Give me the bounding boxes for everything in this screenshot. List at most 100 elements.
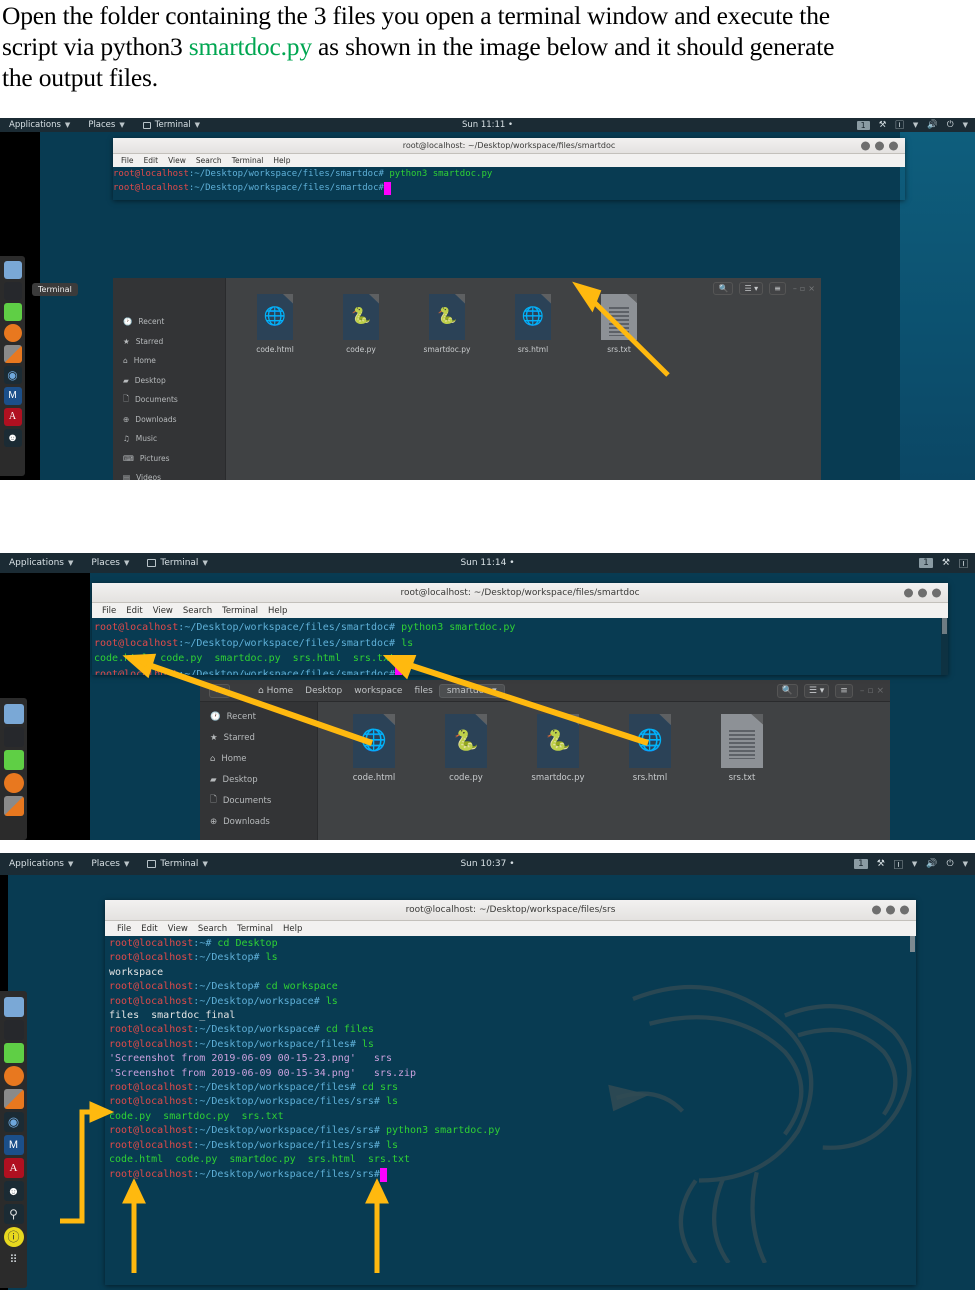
menu-file-1[interactable]: File xyxy=(121,156,134,165)
file-manager-window-1[interactable]: 🕐 Recent ★ Starred ⌂ Home ▰ Desktop 🗋 Documen… xyxy=(113,278,821,480)
menu-places-2[interactable]: Places ▼ xyxy=(82,558,138,568)
window-maximize-icon[interactable] xyxy=(918,588,927,597)
text-editor-icon[interactable] xyxy=(3,1043,24,1063)
terminal-output-3[interactable]: root@localhost:~# cd Desktop root@localh… xyxy=(105,936,916,1285)
file-manager-content-1[interactable]: 🔍 ☰ ▾ ≡ – ▫ × 🌐 code.html 🐍 code.py 🐍 sm… xyxy=(226,278,821,480)
menu-file-2[interactable]: File xyxy=(102,606,116,616)
file-item-2-0[interactable]: 🌐 code.html xyxy=(328,714,420,783)
sidebar-item-desktop-2[interactable]: ▰ Desktop xyxy=(200,769,317,790)
workspace-badge-3[interactable]: 1 xyxy=(854,859,868,869)
metasploit-icon[interactable]: M xyxy=(3,387,22,405)
file-item-1-2[interactable]: 🐍 smartdoc.py xyxy=(404,294,490,354)
workspace-badge-2[interactable]: 1 xyxy=(919,558,933,568)
file-manager-window-2[interactable]: ‹ ▾ ⌂ Home Desktop workspace files smart… xyxy=(200,680,890,840)
view-list-icon[interactable]: ☰ ▾ xyxy=(739,282,764,295)
burp-suite-icon[interactable] xyxy=(3,345,22,363)
window-minimize-icon[interactable] xyxy=(861,141,870,150)
back-button-2[interactable]: ‹ ▾ xyxy=(209,683,230,698)
window-minimize-icon[interactable] xyxy=(904,588,913,597)
file-item-2-1[interactable]: 🐍 code.py xyxy=(420,714,512,783)
search-icon[interactable]: 🔍 xyxy=(713,282,734,295)
file-manager-header-2[interactable]: ‹ ▾ ⌂ Home Desktop workspace files smart… xyxy=(200,680,890,702)
window-controls-3[interactable] xyxy=(872,905,909,915)
aircrack-icon[interactable]: ⚲ xyxy=(3,1204,24,1224)
menu-places-1[interactable]: Places ▼ xyxy=(79,120,133,130)
menu-help-1[interactable]: Help xyxy=(273,156,290,165)
wireshark-icon[interactable]: ◉ xyxy=(3,366,22,384)
breadcrumb-workspace-2[interactable]: workspace xyxy=(348,686,408,696)
menu-edit-3[interactable]: Edit xyxy=(141,924,157,934)
breadcrumb-desktop-2[interactable]: Desktop xyxy=(299,686,348,696)
menu-help-2[interactable]: Help xyxy=(268,606,287,616)
sidebar-item-starred-2[interactable]: ★ Starred xyxy=(200,727,317,748)
window-close-icon[interactable] xyxy=(932,588,941,597)
accessibility-icon-3[interactable]: 🄸 xyxy=(894,858,903,871)
file-item-1-0[interactable]: 🌐 code.html xyxy=(232,294,318,354)
text-editor-icon[interactable] xyxy=(3,303,22,321)
window-maximize-icon[interactable]: ▫ xyxy=(800,284,805,293)
menu-applications-1[interactable]: Applications ▼ xyxy=(0,120,79,130)
burp-suite-icon[interactable] xyxy=(3,1089,24,1109)
accessibility-icon-2[interactable]: 🄸 xyxy=(959,557,968,570)
menu-edit-2[interactable]: Edit xyxy=(126,606,142,616)
file-item-1-3[interactable]: 🌐 srs.html xyxy=(490,294,576,354)
johntheripper-icon[interactable]: ⓘ xyxy=(3,1227,24,1247)
menu-terminal-1[interactable]: Terminal xyxy=(232,156,264,165)
file-item-1-1[interactable]: 🐍 code.py xyxy=(318,294,404,354)
menu-view-3[interactable]: View xyxy=(168,924,188,934)
menu-search-3[interactable]: Search xyxy=(198,924,227,934)
window-minimize-icon[interactable]: – xyxy=(789,284,797,293)
sidebar-item-downloads-2[interactable]: ⊕ Downloads xyxy=(200,811,317,832)
network-icon-2[interactable]: ⚒ xyxy=(942,558,950,568)
menu-icon[interactable]: ≡ xyxy=(835,683,853,698)
sidebar-item-home-1[interactable]: ⌂ Home xyxy=(113,351,225,371)
app-dock-3[interactable]: ◉ M A ☻ ⚲ ⓘ ⠿ xyxy=(0,991,27,1288)
file-manager-sidebar-2[interactable]: 🕐 Recent ★ Starred ⌂ Home ▰ Desktop 🗋 Documen… xyxy=(200,702,318,840)
search-icon[interactable]: 🔍 xyxy=(776,683,798,698)
terminal-icon[interactable] xyxy=(3,1020,24,1040)
sidebar-item-starred-1[interactable]: ★ Starred xyxy=(113,332,225,352)
terminal-menubar-1[interactable]: File Edit View Search Terminal Help xyxy=(113,154,905,167)
terminal-window-1[interactable]: root@localhost: ~/Desktop/workspace/file… xyxy=(113,138,905,200)
file-grid-2[interactable]: 🌐 code.html 🐍 code.py 🐍 smartdoc.py 🌐 sr… xyxy=(318,702,890,783)
show-apps-icon[interactable]: ⠿ xyxy=(4,1250,24,1270)
window-maximize-icon[interactable] xyxy=(875,141,884,150)
terminal-titlebar-1[interactable]: root@localhost: ~/Desktop/workspace/file… xyxy=(113,138,905,154)
terminal-scrollbar-2[interactable] xyxy=(941,618,948,675)
breadcrumb-current-2[interactable]: smartdoc ▾ xyxy=(438,683,505,698)
power-icon-1[interactable]: ⏻ xyxy=(947,120,954,130)
app-dock-1[interactable]: ◉ M A ☻ xyxy=(0,256,25,476)
file-manager-toolbar-1[interactable]: 🔍 ☰ ▾ ≡ – ▫ × xyxy=(710,282,815,295)
terminal-icon[interactable] xyxy=(3,282,22,300)
sidebar-item-recent-1[interactable]: 🕐 Recent xyxy=(113,312,225,332)
iceweasel-icon[interactable] xyxy=(3,773,24,793)
menu-icon[interactable]: ≡ xyxy=(769,282,786,295)
menu-applications-2[interactable]: Applications ▼ xyxy=(0,558,82,568)
accessibility-icon-1[interactable]: 🄸 xyxy=(895,119,904,131)
window-minimize-icon[interactable]: – xyxy=(856,686,865,696)
terminal-scrollbar-3[interactable] xyxy=(909,936,916,1285)
iceweasel-icon[interactable] xyxy=(3,1066,24,1086)
menu-view-1[interactable]: View xyxy=(168,156,186,165)
beef-icon[interactable]: ☻ xyxy=(3,429,22,447)
breadcrumb-home-2[interactable]: ⌂ Home xyxy=(252,686,299,696)
armitage-icon[interactable]: A xyxy=(3,408,22,426)
window-maximize-icon[interactable]: ▫ xyxy=(867,686,873,696)
menu-places-3[interactable]: Places ▼ xyxy=(82,859,138,869)
view-list-icon[interactable]: ☰ ▾ xyxy=(803,683,830,698)
menu-terminal-1[interactable]: Terminal ▼ xyxy=(134,120,209,130)
menu-terminal-2[interactable]: Terminal ▼ xyxy=(138,558,216,568)
terminal-window-3[interactable]: root@localhost: ~/Desktop/workspace/file… xyxy=(105,900,916,1285)
file-manager-content-2[interactable]: 🌐 code.html 🐍 code.py 🐍 smartdoc.py 🌐 sr… xyxy=(318,702,890,840)
files-icon[interactable] xyxy=(3,704,24,724)
window-minimize-icon[interactable] xyxy=(872,905,881,915)
burp-suite-icon[interactable] xyxy=(3,796,24,816)
menu-help-3[interactable]: Help xyxy=(283,924,302,934)
sidebar-item-downloads-1[interactable]: ⊕ Downloads xyxy=(113,410,225,430)
breadcrumb-files-2[interactable]: files xyxy=(408,686,438,696)
sidebar-item-home-2[interactable]: ⌂ Home xyxy=(200,748,317,769)
window-close-icon[interactable]: × xyxy=(808,284,815,293)
workspace-badge-1[interactable]: 1 xyxy=(856,120,870,130)
terminal-icon[interactable] xyxy=(3,727,24,747)
menu-terminal-2[interactable]: Terminal xyxy=(222,606,258,616)
